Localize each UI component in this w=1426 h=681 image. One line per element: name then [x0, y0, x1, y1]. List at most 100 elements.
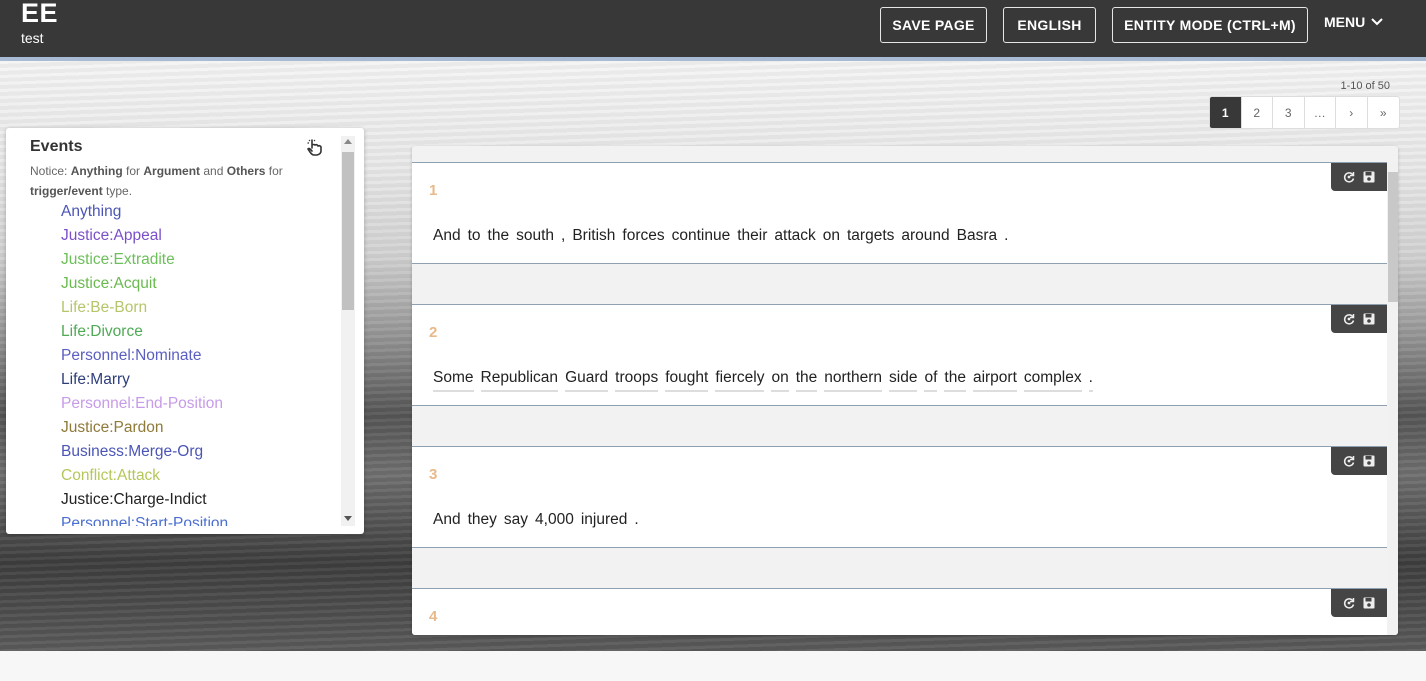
- scrollbar-thumb[interactable]: [342, 152, 354, 310]
- token[interactable]: the: [795, 369, 818, 392]
- event-type-item[interactable]: Justice:Appeal: [61, 227, 162, 245]
- event-type-item[interactable]: Life:Be-Born: [61, 299, 147, 317]
- menu-label: MENU: [1324, 14, 1366, 30]
- token[interactable]: they: [468, 511, 497, 532]
- main-scrollbar-thumb[interactable]: [1388, 172, 1398, 302]
- sentence-panel: 1 And to the south, British forces continue thei…: [412, 146, 1398, 635]
- scroll-up-icon[interactable]: [344, 139, 352, 144]
- token[interactable]: Basra: [957, 227, 998, 248]
- token[interactable]: the: [488, 227, 510, 248]
- event-type-item[interactable]: Personnel:Nominate: [61, 347, 201, 365]
- sentence-number: 3: [429, 466, 438, 483]
- token[interactable]: on: [823, 227, 840, 248]
- token[interactable]: northern: [824, 369, 883, 392]
- event-type-item[interactable]: Justice:Pardon: [61, 419, 164, 437]
- token[interactable]: troops: [615, 369, 659, 392]
- token[interactable]: attack: [774, 227, 815, 248]
- sentence-card: 2 Some Republican Guard troops fought fiercely…: [412, 304, 1387, 406]
- refresh-icon[interactable]: [1342, 454, 1356, 468]
- token[interactable]: 4,000: [535, 511, 574, 532]
- event-type-item[interactable]: Anything: [61, 203, 121, 221]
- token[interactable]: targets: [847, 227, 894, 248]
- event-type-item[interactable]: Justice:Extradite: [61, 251, 175, 269]
- event-type-item[interactable]: Business:Merge-Org: [61, 443, 203, 461]
- app-subtitle: test: [21, 30, 44, 46]
- token[interactable]: airport: [972, 369, 1017, 392]
- save-icon[interactable]: [1362, 596, 1376, 610]
- token[interactable]: around: [901, 227, 949, 248]
- token[interactable]: forces: [622, 227, 664, 248]
- sentence-card: 4: [412, 588, 1387, 635]
- events-sidebar: Events Notice: Anything for Argument and…: [6, 128, 364, 534]
- sentence-number: 1: [429, 182, 438, 199]
- token[interactable]: .: [634, 511, 638, 532]
- page-button-3[interactable]: 3: [1273, 97, 1305, 128]
- token[interactable]: Some: [433, 369, 474, 392]
- token[interactable]: of: [924, 369, 938, 392]
- language-button[interactable]: ENGLISH: [1003, 7, 1096, 43]
- sentence-text: And to the south, British forces continue their…: [433, 227, 1008, 248]
- save-icon[interactable]: [1362, 170, 1376, 184]
- pointer-hand-icon[interactable]: [306, 138, 324, 156]
- result-count: 1-10 of 50: [1340, 80, 1390, 92]
- main-scrollbar[interactable]: [1388, 162, 1398, 635]
- sidebar-notice: Notice: Anything for Argument and Others…: [30, 164, 283, 198]
- save-icon[interactable]: [1362, 312, 1376, 326]
- last-page-button[interactable]: »: [1368, 97, 1400, 128]
- token[interactable]: south: [516, 227, 554, 248]
- save-page-button[interactable]: SAVE PAGE: [880, 7, 987, 43]
- refresh-icon[interactable]: [1342, 312, 1356, 326]
- token[interactable]: their: [737, 227, 767, 248]
- sentence-text: And they say 4,000 injured.: [433, 511, 639, 532]
- page-ellipsis[interactable]: …: [1305, 97, 1336, 128]
- token[interactable]: ,: [561, 227, 565, 248]
- token[interactable]: to: [468, 227, 481, 248]
- token[interactable]: And: [433, 511, 461, 532]
- top-navbar: EE test SAVE PAGE ENGLISH ENTITY MODE (C…: [0, 0, 1426, 57]
- token[interactable]: .: [1004, 227, 1008, 248]
- refresh-icon[interactable]: [1342, 170, 1356, 184]
- event-type-item[interactable]: Conflict:Attack: [61, 467, 160, 485]
- token[interactable]: fiercely: [715, 369, 765, 392]
- token[interactable]: say: [504, 511, 528, 532]
- sentence-card: 3 And they say 4,000 injured.: [412, 446, 1387, 548]
- chevron-down-icon: [1371, 18, 1383, 26]
- sentence-number: 4: [429, 608, 438, 625]
- token[interactable]: Guard: [565, 369, 609, 392]
- next-page-button[interactable]: ›: [1336, 97, 1368, 128]
- token[interactable]: complex: [1023, 369, 1082, 392]
- sentence-toolbar: [1331, 447, 1387, 475]
- token[interactable]: side: [889, 369, 918, 392]
- refresh-icon[interactable]: [1342, 596, 1356, 610]
- sidebar-scrollbar[interactable]: [341, 136, 355, 526]
- event-type-item[interactable]: Life:Divorce: [61, 323, 143, 341]
- event-type-item[interactable]: Personnel:Start-Position: [61, 515, 228, 526]
- token[interactable]: British: [572, 227, 615, 248]
- save-icon[interactable]: [1362, 454, 1376, 468]
- token[interactable]: on: [771, 369, 789, 392]
- token[interactable]: injured: [581, 511, 628, 532]
- sentence-number: 2: [429, 324, 438, 341]
- entity-mode-button[interactable]: ENTITY MODE (CTRL+M): [1112, 7, 1308, 43]
- token[interactable]: fought: [665, 369, 709, 392]
- pagination: 1 2 3 … › »: [1209, 96, 1400, 129]
- token[interactable]: Republican: [480, 369, 559, 392]
- token[interactable]: And: [433, 227, 461, 248]
- token[interactable]: the: [944, 369, 966, 392]
- event-type-item[interactable]: Life:Marry: [61, 371, 130, 389]
- token[interactable]: continue: [672, 227, 731, 248]
- sentence-toolbar: [1331, 589, 1387, 617]
- sentence-toolbar: [1331, 305, 1387, 333]
- app-title: EE: [21, 0, 59, 28]
- event-type-item[interactable]: Personnel:End-Position: [61, 395, 223, 413]
- event-type-list: Anything Justice:Appeal Justice:Extradite J…: [6, 201, 340, 526]
- event-type-item[interactable]: Justice:Acquit: [61, 275, 157, 293]
- sidebar-title: Events: [30, 138, 83, 155]
- footer-strip: [0, 651, 1426, 681]
- page-button-1[interactable]: 1: [1210, 97, 1242, 128]
- page-button-2[interactable]: 2: [1242, 97, 1273, 128]
- token[interactable]: .: [1088, 369, 1093, 392]
- menu-button[interactable]: MENU: [1324, 14, 1383, 30]
- scroll-down-icon[interactable]: [344, 516, 352, 521]
- event-type-item[interactable]: Justice:Charge-Indict: [61, 491, 207, 509]
